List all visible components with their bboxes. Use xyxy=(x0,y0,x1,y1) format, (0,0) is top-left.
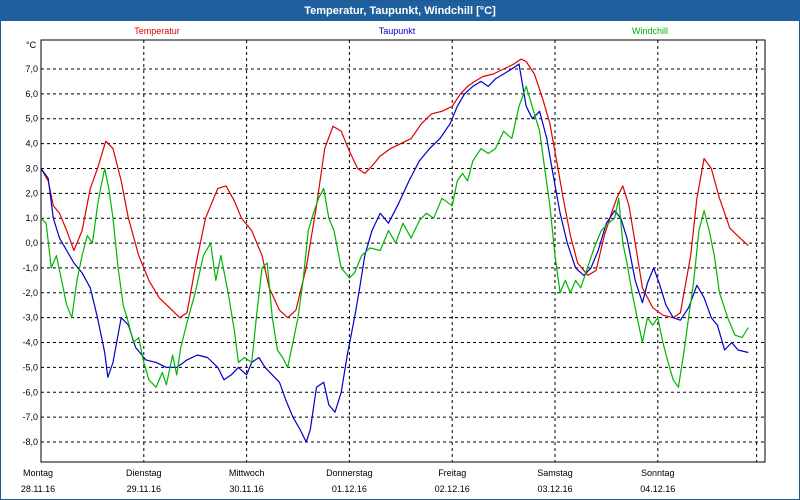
y-tick-label: 5,0 xyxy=(25,114,38,124)
x-tick-day: Sonntag xyxy=(641,468,675,478)
x-tick-date: 29.11.16 xyxy=(127,484,161,494)
legend-item-windchill: Windchill xyxy=(632,26,668,36)
y-tick-label: -3,0 xyxy=(22,313,38,323)
y-tick-label: -7,0 xyxy=(22,412,38,422)
series-lines xyxy=(40,58,749,443)
x-tick-day: Samstag xyxy=(537,468,573,478)
x-tick-date: 28.11.16 xyxy=(21,484,55,494)
x-tick-date: 04.12.16 xyxy=(640,484,675,494)
y-tick-label: -4,0 xyxy=(22,338,38,348)
x-tick-date: 03.12.16 xyxy=(537,484,572,494)
y-tick-label: -8,0 xyxy=(22,437,38,447)
y-axis-ticks: 7,0 6,0 5,0 4,0 3,0 2,0 1,0 0,0 -1,0 -2,0 -3,0 -4,0… xyxy=(22,64,38,447)
y-tick-label: 0,0 xyxy=(25,238,38,248)
legend: Temperatur Taupunkt Windchill xyxy=(134,26,668,36)
x-tick-date: 02.12.16 xyxy=(435,484,470,494)
y-tick-label: -1,0 xyxy=(22,263,38,273)
y-tick-label: -5,0 xyxy=(22,362,38,372)
series-line-taupunkt xyxy=(40,63,749,443)
x-tick-day: Mittwoch xyxy=(229,468,265,478)
y-tick-label: 2,0 xyxy=(25,188,38,198)
x-tick-day: Donnerstag xyxy=(326,468,373,478)
x-tick-date: 30.11.16 xyxy=(229,484,263,494)
x-tick-day: Dienstag xyxy=(126,468,162,478)
y-tick-label: 4,0 xyxy=(25,139,38,149)
x-tick-day: Freitag xyxy=(438,468,466,478)
plot-frame xyxy=(40,39,766,463)
series-line-temperatur xyxy=(40,58,749,319)
x-tick-date: 01.12.16 xyxy=(332,484,367,494)
y-tick-label: 7,0 xyxy=(25,64,38,74)
x-tick-day: Montag xyxy=(23,468,53,478)
y-tick-label: 3,0 xyxy=(25,163,38,173)
y-axis-unit: °C xyxy=(26,40,37,50)
y-tick-label: 1,0 xyxy=(25,213,38,223)
line-chart: 7,0 6,0 5,0 4,0 3,0 2,0 1,0 0,0 -1,0 -2,0 -3,0 -4,0… xyxy=(21,26,766,494)
x-axis-ticks: Montag 28.11.16 Dienstag 29.11.16 Mittwoch 30… xyxy=(21,468,676,494)
legend-item-temperatur: Temperatur xyxy=(134,26,180,36)
y-tick-label: -6,0 xyxy=(22,387,38,397)
y-tick-label: -2,0 xyxy=(22,288,38,298)
grid xyxy=(40,39,766,463)
y-tick-label: 6,0 xyxy=(25,89,38,99)
legend-item-taupunkt: Taupunkt xyxy=(379,26,416,36)
series-line-windchill xyxy=(40,85,749,388)
